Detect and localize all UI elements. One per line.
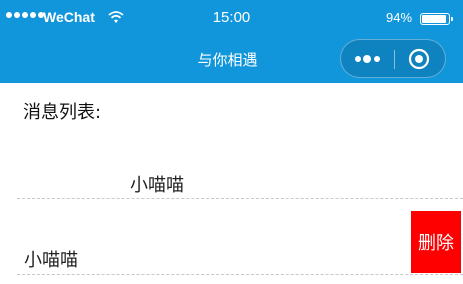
navigation-bar: 与你相遇 <box>0 35 463 83</box>
battery-icon <box>420 13 453 25</box>
message-sender: 小喵喵 <box>130 175 184 196</box>
delete-button[interactable]: 删除 <box>411 211 461 273</box>
list-item[interactable]: 小喵喵 <box>17 222 463 275</box>
more-icon[interactable] <box>353 53 383 65</box>
message-sender: 小喵喵 <box>24 250 78 271</box>
list-item[interactable]: 小喵喵 <box>17 150 463 199</box>
menu-capsule <box>340 39 446 78</box>
capsule-divider <box>394 50 395 69</box>
close-icon[interactable] <box>407 47 431 71</box>
message-list-heading: 消息列表: <box>23 102 102 123</box>
status-bar: WeChat 15:00 94% <box>0 0 463 35</box>
battery-percent: 94% <box>386 10 413 25</box>
